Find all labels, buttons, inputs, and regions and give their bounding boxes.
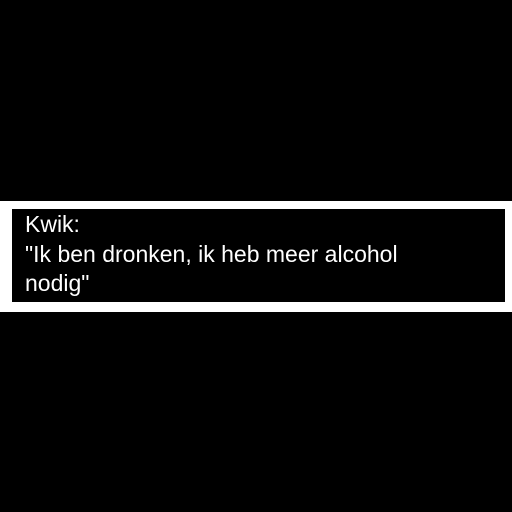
caption-box: Kwik: "Ik ben dronken, ik heb meer alcoh… xyxy=(12,209,505,302)
caption-frame: Kwik: "Ik ben dronken, ik heb meer alcoh… xyxy=(0,201,512,312)
quote-line-1: "Ik ben dronken, ik heb meer alcohol xyxy=(25,240,398,267)
speaker-label: Kwik: xyxy=(25,211,80,237)
image-canvas: Kwik: "Ik ben dronken, ik heb meer alcoh… xyxy=(0,0,512,512)
quote-line-2: nodig" xyxy=(25,270,90,296)
